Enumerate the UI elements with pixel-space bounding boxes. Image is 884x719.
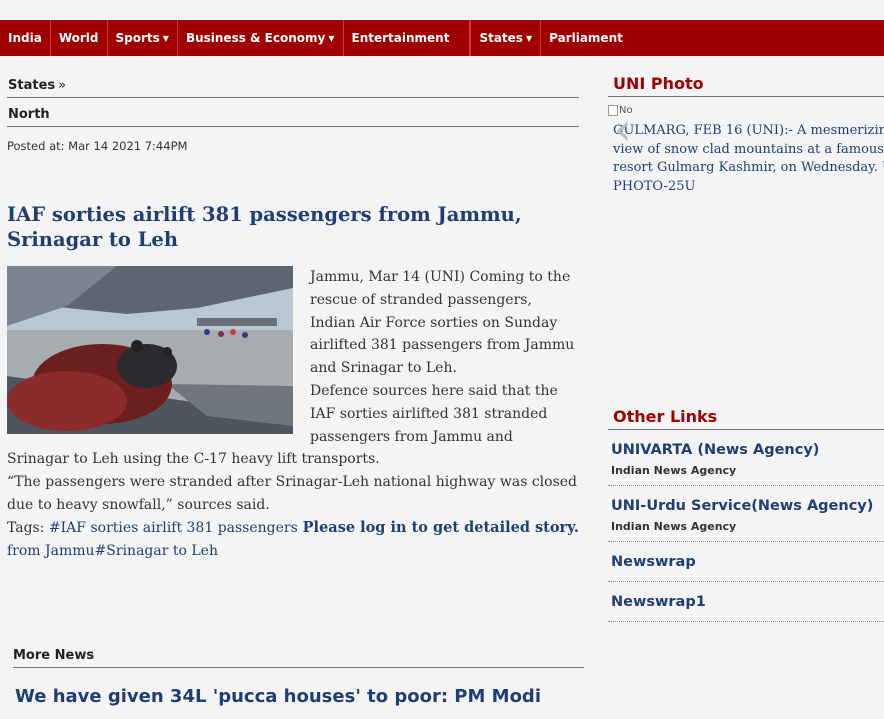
link-uni-urdu[interactable]: UNI-Urdu Service(News Agency) Indian New… (608, 486, 884, 542)
nav-india-label: India (8, 31, 42, 45)
link-name: UNIVARTA (News Agency) (611, 442, 820, 458)
more-news: More News We have given 34L 'pucca house… (13, 648, 584, 707)
other-links-title: Other Links (608, 405, 884, 430)
photo-caption-line-4: PHOTO-25U (613, 178, 696, 194)
nav-parliament-label: Parliament (549, 31, 623, 45)
nav-business-label: Business & Economy (185, 31, 326, 45)
sidebar: UNI Photo No GULMARG, FEB 16 (UNI):- A m… (608, 72, 884, 622)
nav-states[interactable]: States ▼ (470, 20, 542, 56)
other-links: Other Links UNIVARTA (News Agency) India… (608, 405, 884, 622)
nav-sports-label: Sports (115, 31, 160, 45)
breadcrumb: States» (7, 72, 579, 98)
breadcrumb-states[interactable]: States (8, 78, 55, 93)
link-name: UNI-Urdu Service(News Agency) (611, 498, 874, 514)
link-newswrap[interactable]: Newswrap (608, 542, 884, 582)
photo-caption-line-1: GULMARG, FEB 16 (UNI):- A mesmerizing (613, 123, 884, 138)
main-nav: India World Sports ▼ Business & Economy ▼ … (0, 20, 884, 56)
breadcrumb-separator: » (58, 78, 67, 93)
chevron-down-icon: ▼ (162, 33, 169, 43)
article: States» North Posted at: Mar 14 2021 7:4… (7, 72, 579, 562)
article-photo (7, 266, 293, 434)
link-newswrap1[interactable]: Newswrap1 (608, 582, 884, 622)
nav-sports[interactable]: Sports ▼ (108, 20, 178, 56)
chevron-down-icon: ▼ (525, 33, 533, 43)
tags-row: Please log in to get detailed story. Tag… (7, 517, 579, 563)
photo-caption-line-2: view of snow clad mountains at a famous … (613, 141, 884, 157)
link-subtitle: Indian News Agency (611, 520, 737, 533)
link-univarta[interactable]: UNIVARTA (News Agency) Indian News Agenc… (608, 430, 884, 486)
posted-date: Posted at: Mar 14 2021 7:44PM (7, 139, 188, 153)
more-news-title: More News (13, 648, 584, 668)
carousel-prev-icon[interactable]: ‹ (614, 104, 632, 155)
nav-entertainment-label: Entertainment (351, 31, 450, 45)
article-paragraph-3: “The passengers were stranded after Srin… (7, 474, 578, 513)
nav-business[interactable]: Business & Economy ▼ (178, 20, 344, 56)
article-headline: IAF sorties airlift 381 passengers from … (7, 203, 522, 251)
tag-link[interactable]: #IAF sorties airlift 381 passengers from… (7, 520, 298, 559)
article-body: Jammu, Mar 14 (UNI) Coming to the rescue… (7, 266, 579, 517)
photo-placeholder[interactable]: No (608, 105, 884, 116)
tags-label: Tags: (7, 519, 45, 536)
uni-photo-title: UNI Photo (608, 72, 884, 97)
nav-world[interactable]: World (51, 20, 108, 56)
chevron-down-icon: ▼ (328, 33, 335, 43)
link-name: Newswrap1 (611, 594, 706, 610)
link-subtitle: Indian News Agency (611, 464, 737, 477)
more-news-item[interactable]: We have given 34L 'pucca houses' to poor… (15, 686, 584, 707)
nav-india[interactable]: India (0, 20, 51, 56)
login-prompt-link[interactable]: Please log in to get detailed story. (303, 517, 579, 540)
nav-parliament[interactable]: Parliament (541, 20, 631, 56)
photo-caption-line-3: resort Gulmarg Kashmir, on Wednesday. U (613, 160, 884, 175)
region-label: North (7, 98, 579, 127)
nav-world-label: World (58, 31, 99, 45)
nav-states-label: States (479, 31, 523, 45)
link-name: Newswrap (611, 554, 696, 570)
photo-caption[interactable]: GULMARG, FEB 16 (UNI):- A mesmerizing vi… (613, 122, 884, 196)
nav-entertainment[interactable]: Entertainment (344, 20, 471, 56)
